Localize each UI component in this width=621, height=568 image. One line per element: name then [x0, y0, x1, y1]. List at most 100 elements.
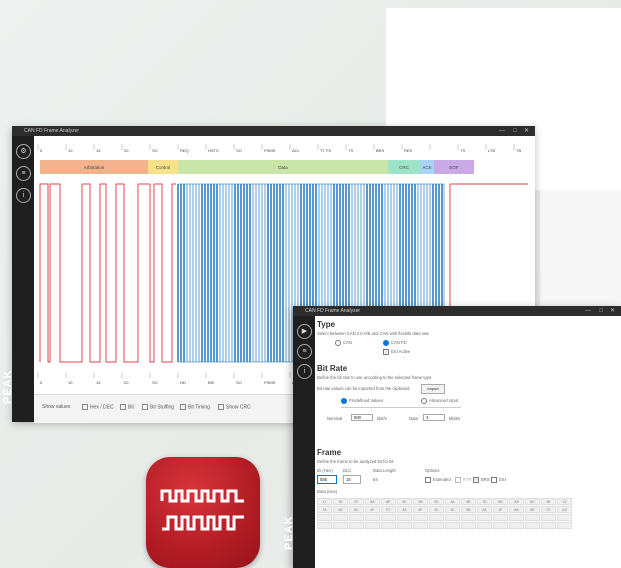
- type-can-radio[interactable]: CAN: [335, 340, 352, 346]
- data-byte-cell[interactable]: 7A: [317, 506, 332, 513]
- opt-rtr[interactable]: RTR: [455, 477, 472, 483]
- maximize-icon[interactable]: □: [599, 306, 603, 316]
- type-canfd-radio[interactable]: CAN FD: [383, 340, 407, 346]
- data-byte-cell[interactable]: A9: [509, 498, 524, 505]
- data-byte-cell[interactable]: [349, 514, 364, 521]
- close-icon[interactable]: ✕: [524, 126, 529, 136]
- data-byte-cell[interactable]: [429, 514, 444, 521]
- data-byte-cell[interactable]: 12: [557, 498, 572, 505]
- data-byte-cell[interactable]: 4C: [397, 498, 412, 505]
- data-byte-cell[interactable]: [525, 514, 540, 521]
- data-byte-cell[interactable]: [493, 514, 508, 521]
- data-byte-cell[interactable]: 3A: [397, 506, 412, 513]
- data-byte-cell[interactable]: AE: [333, 506, 348, 513]
- data-byte-cell[interactable]: 17: [317, 498, 332, 505]
- type-desc: Select between CAN 2.0 A/B and CAN with …: [317, 331, 429, 336]
- data-byte-cell[interactable]: [509, 522, 524, 529]
- data-byte-cell[interactable]: 87: [349, 498, 364, 505]
- opt-brs[interactable]: ✓ BRS: [473, 477, 490, 483]
- advanced-radio[interactable]: Advanced Input: [421, 398, 458, 404]
- data-byte-cell[interactable]: [509, 514, 524, 521]
- opt-stuffing[interactable]: Bit Stuffing: [142, 404, 174, 410]
- info-icon[interactable]: i: [16, 188, 31, 203]
- data-byte-cell[interactable]: [317, 514, 332, 521]
- opt-bit[interactable]: Bit: [120, 404, 134, 410]
- data-byte-cell[interactable]: E7: [381, 506, 396, 513]
- data-byte-cell[interactable]: 6E: [525, 506, 540, 513]
- data-byte-cell[interactable]: 3E: [541, 498, 556, 505]
- frame-icon[interactable]: ≡: [16, 166, 31, 181]
- nominal-unit: kbit/s: [377, 416, 387, 421]
- data-byte-cell[interactable]: 4E: [461, 498, 476, 505]
- data-byte-cell[interactable]: 1C: [445, 506, 460, 513]
- data-byte-cell[interactable]: [317, 522, 332, 529]
- data-byte-cell[interactable]: [461, 514, 476, 521]
- data-byte-cell[interactable]: 4C: [429, 506, 444, 513]
- data-byte-cell[interactable]: 2A: [477, 506, 492, 513]
- data-byte-cell[interactable]: [557, 514, 572, 521]
- data-byte-cell[interactable]: 8C: [349, 506, 364, 513]
- data-byte-cell[interactable]: [557, 522, 572, 529]
- close-icon[interactable]: ✕: [610, 306, 615, 316]
- data-byte-cell[interactable]: [477, 514, 492, 521]
- data-byte-cell[interactable]: [461, 522, 476, 529]
- settings-icon[interactable]: ⚙: [16, 144, 31, 159]
- data-byte-cell[interactable]: [381, 522, 396, 529]
- data-byte-cell[interactable]: 5B: [493, 498, 508, 505]
- data-byte-cell[interactable]: 8A: [509, 506, 524, 513]
- data-select[interactable]: 4: [423, 414, 445, 421]
- esi-checkbox[interactable]: ✓ ESI Active: [383, 349, 410, 355]
- data-byte-cell[interactable]: [445, 514, 460, 521]
- data-byte-cell[interactable]: [349, 522, 364, 529]
- minimize-icon[interactable]: —: [499, 126, 505, 136]
- data-byte-cell[interactable]: [365, 522, 380, 529]
- settings-content: Type Select between CAN 2.0 A/B and CAN …: [317, 318, 613, 568]
- dlc-select[interactable]: 15: [343, 475, 361, 484]
- predefined-radio[interactable]: Predefined Values: [341, 398, 383, 404]
- app-icon[interactable]: [146, 457, 260, 568]
- data-byte-cell[interactable]: 7D: [477, 498, 492, 505]
- opt-timing[interactable]: Bit Timing: [180, 404, 210, 410]
- data-byte-cell[interactable]: 5B: [461, 506, 476, 513]
- data-byte-cell[interactable]: [445, 522, 460, 529]
- data-byte-cell[interactable]: [525, 522, 540, 529]
- data-byte-cell[interactable]: [333, 522, 348, 529]
- data-byte-cell[interactable]: 07: [541, 506, 556, 513]
- data-byte-cell[interactable]: 6C: [525, 498, 540, 505]
- data-byte-cell[interactable]: 8F: [381, 498, 396, 505]
- id-input[interactable]: 555: [317, 475, 337, 484]
- data-byte-cell[interactable]: 5A: [365, 498, 380, 505]
- data-byte-cell[interactable]: 9F: [413, 506, 428, 513]
- data-byte-cell[interactable]: [541, 522, 556, 529]
- data-byte-cell[interactable]: [381, 514, 396, 521]
- data-byte-cell[interactable]: [541, 514, 556, 521]
- data-byte-cell[interactable]: [365, 514, 380, 521]
- data-byte-cell[interactable]: A2: [557, 506, 572, 513]
- frame-icon[interactable]: ≡: [297, 344, 312, 359]
- maximize-icon[interactable]: □: [513, 126, 517, 136]
- opt-esi[interactable]: ESI: [491, 477, 506, 483]
- data-byte-cell[interactable]: 4F: [365, 506, 380, 513]
- play-icon[interactable]: ▶: [297, 324, 312, 339]
- opt-hex[interactable]: Hex / DEC: [82, 404, 114, 410]
- data-byte-cell[interactable]: [477, 522, 492, 529]
- data-byte-cell[interactable]: 9C: [429, 498, 444, 505]
- data-byte-cell[interactable]: [429, 522, 444, 529]
- data-byte-cell[interactable]: [413, 522, 428, 529]
- data-byte-cell[interactable]: [397, 514, 412, 521]
- data-byte-cell[interactable]: [333, 514, 348, 521]
- info-icon[interactable]: i: [297, 364, 312, 379]
- nominal-select[interactable]: 500: [351, 414, 373, 421]
- import-button[interactable]: Import: [421, 384, 445, 394]
- opt-extended[interactable]: Extended: [425, 477, 451, 483]
- data-byte-cell[interactable]: [413, 514, 428, 521]
- opt-crc[interactable]: Show CRC: [218, 404, 251, 410]
- data-byte-cell[interactable]: 2B: [413, 498, 428, 505]
- data-byte-cell[interactable]: [397, 522, 412, 529]
- data-byte-cell[interactable]: 1A: [445, 498, 460, 505]
- data-byte-cell[interactable]: [493, 522, 508, 529]
- data-byte-cell[interactable]: 3F: [493, 506, 508, 513]
- data-byte-cell[interactable]: 7E: [333, 498, 348, 505]
- opt-stuffing-label: Bit Stuffing: [150, 404, 175, 411]
- minimize-icon[interactable]: —: [585, 306, 591, 316]
